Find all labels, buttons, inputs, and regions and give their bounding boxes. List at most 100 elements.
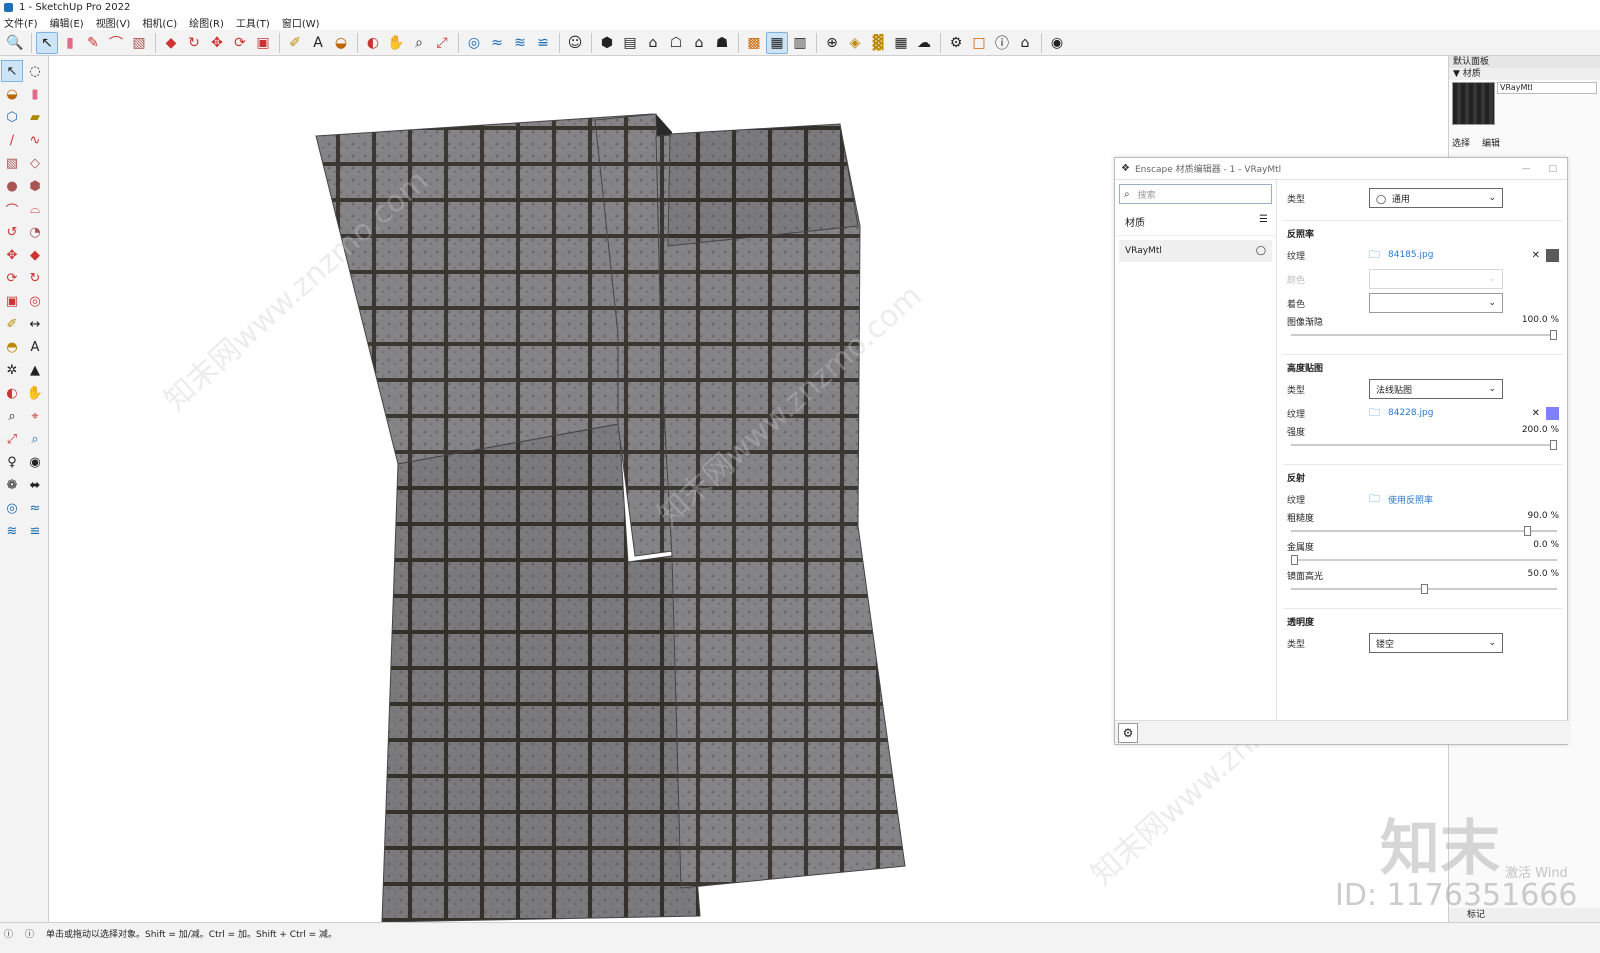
shadows-icon[interactable]: ◈ [844,32,866,54]
specular-slider[interactable] [1291,584,1557,594]
line-icon[interactable]: ∕ [1,129,23,151]
vray-frame-buffer-icon[interactable]: ≌ [532,32,554,54]
rectangle-icon[interactable]: ▧ [128,32,150,54]
remove-texture-icon[interactable]: ✕ [1532,250,1540,261]
height-texture-file[interactable]: 🗀 84228.jpg [1369,404,1532,423]
vray-asset-editor-icon[interactable]: ◎ [463,32,485,54]
iso-view-icon[interactable]: ⬢ [596,32,618,54]
lasso-icon[interactable]: ◌ [24,60,46,82]
texture-icon[interactable]: ▦ [890,32,912,54]
zoom-window-icon[interactable]: ⌖ [24,405,46,427]
arc-icon[interactable]: ⌒ [105,32,127,54]
freehand-icon[interactable]: ∿ [24,129,46,151]
section-cuts-icon[interactable]: ▥ [789,32,811,54]
tab-edit[interactable]: 编辑 [1482,136,1500,149]
rectangle-icon[interactable]: ▧ [1,152,23,174]
offset-icon[interactable]: ◎ [24,290,46,312]
component-icon[interactable]: ⬡ [1,106,23,128]
move-icon[interactable]: ✥ [206,32,228,54]
profile-icon[interactable]: ◉ [1046,32,1068,54]
text-icon[interactable]: A [24,336,46,358]
vray-asset-editor-icon[interactable]: ◎ [1,497,23,519]
gear-icon[interactable]: ⚙ [1118,723,1138,743]
front-view-icon[interactable]: ⌂ [642,32,664,54]
image-fade-slider[interactable] [1291,330,1557,340]
axes-icon[interactable]: ✲ [1,359,23,381]
info-icon[interactable]: ⓘ [991,32,1013,54]
look-around-icon[interactable]: ◉ [24,451,46,473]
tape-measure-icon[interactable]: ✐ [284,32,306,54]
material-thumbnail[interactable] [1452,82,1495,125]
text-icon[interactable]: A [307,32,329,54]
vray-interactive-icon[interactable]: ≋ [509,32,531,54]
material-type-select[interactable]: ◯ 通用 ⌄ [1369,188,1503,208]
zoom-icon[interactable]: ⌕ [408,32,430,54]
walk-icon[interactable]: ❁ [1,474,23,496]
list-item[interactable]: VRayMtl ◯ [1119,240,1272,262]
arc-icon[interactable]: ⌒ [1,198,23,220]
reflection-texture-file[interactable]: 🗀 使用反照率 [1369,490,1559,509]
albedo-tint-picker[interactable]: ⌄ [1369,293,1503,313]
rotate-icon[interactable]: ⟳ [229,32,251,54]
protractor-icon[interactable]: ◓ [1,336,23,358]
left-view-icon[interactable]: ☗ [711,32,733,54]
pan-icon[interactable]: ✋ [385,32,407,54]
menu-camera[interactable]: 相机(C) [142,15,177,30]
orbit-icon[interactable]: ◐ [1,382,23,404]
zoom-extents-icon[interactable]: ⤢ [1,428,23,450]
follow-me-icon[interactable]: ↻ [183,32,205,54]
eraser-icon[interactable]: ▮ [59,32,81,54]
orbit-icon[interactable]: ◐ [362,32,384,54]
two-point-arc-icon[interactable]: ⌓ [24,198,46,220]
tag-icon[interactable]: ▰ [24,106,46,128]
minimize-icon[interactable]: — [1521,164,1530,174]
circle-icon[interactable]: ● [1,175,23,197]
layout-icon[interactable]: □ [968,32,990,54]
menu-icon[interactable]: ☰ [1259,214,1268,229]
albedo-texture-swatch[interactable] [1546,248,1559,262]
slider-handle[interactable] [1420,584,1428,594]
material-name-field[interactable]: VRayMtl [1497,82,1597,94]
pan-icon[interactable]: ✋ [24,382,46,404]
help-icon[interactable]: ⓘ [25,927,34,953]
user-account-icon[interactable]: ☺ [564,32,586,54]
cloud-icon[interactable]: ☁ [913,32,935,54]
follow-me-icon[interactable]: ↻ [24,267,46,289]
vray-lights-icon[interactable]: ≌ [24,520,46,542]
menu-edit[interactable]: 编辑(E) [50,15,84,30]
tape-measure-icon[interactable]: ✐ [1,313,23,335]
menu-window[interactable]: 窗口(W) [282,15,320,30]
search-icon[interactable]: 🔍 [4,32,26,54]
section-plane-icon[interactable]: ▩ [743,32,765,54]
3d-text-icon[interactable]: ▲ [24,359,46,381]
height-type-select[interactable]: 法线贴图 ⌄ [1369,379,1503,399]
scale-icon[interactable]: ▣ [1,290,23,312]
top-view-icon[interactable]: ▤ [619,32,641,54]
metallic-slider[interactable] [1291,555,1557,565]
select-tool-icon[interactable]: ↖ [36,31,58,54]
extension-manager-icon[interactable]: ⚙ [945,32,967,54]
fog-icon[interactable]: ▓ [867,32,889,54]
slider-handle[interactable] [1524,526,1532,536]
back-view-icon[interactable]: ⌂ [688,32,710,54]
menu-tools[interactable]: 工具(T) [236,15,270,30]
tab-select[interactable]: 选择 [1452,136,1470,149]
eraser-icon[interactable]: ▮ [24,83,46,105]
rotated-rectangle-icon[interactable]: ◇ [24,152,46,174]
slider-handle[interactable] [1550,440,1557,450]
albedo-texture-file[interactable]: 🗀 84185.jpg [1369,246,1532,265]
previous-view-icon[interactable]: ⌕ [24,428,46,450]
zoom-extents-icon[interactable]: ⤢ [431,32,453,54]
warehouse-icon[interactable]: ⌂ [1014,32,1036,54]
position-camera-icon[interactable]: ♀ [1,451,23,473]
push-pull-icon[interactable]: ◆ [24,244,46,266]
paint-icon[interactable]: ◒ [1,83,23,105]
materials-section-header[interactable]: ▼ 材质 [1449,68,1600,80]
roughness-slider[interactable] [1291,526,1557,536]
zoom-icon[interactable]: ⌕ [1,405,23,427]
slider-handle[interactable] [1291,555,1298,565]
scale-icon[interactable]: ▣ [252,32,274,54]
display-section-icon[interactable]: ▦ [766,31,788,54]
menu-file[interactable]: 文件(F) [4,15,38,30]
vray-render-icon[interactable]: ≈ [24,497,46,519]
